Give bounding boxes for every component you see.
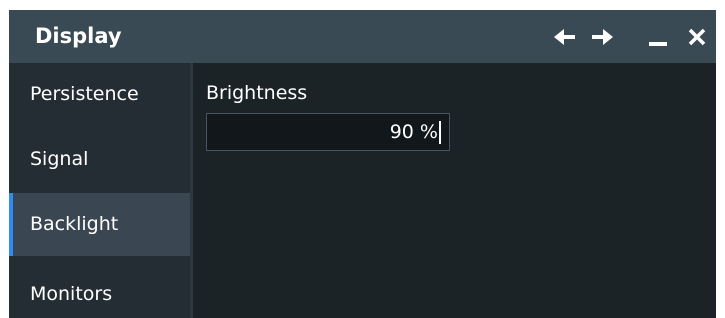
- arrow-right-icon: [592, 28, 613, 45]
- close-icon: [688, 28, 706, 45]
- sidebar: Persistence Signal Backlight Monitors: [9, 63, 190, 318]
- sidebar-item-label: Persistence: [30, 83, 139, 105]
- title-bar: Display: [9, 10, 716, 63]
- forward-button[interactable]: [584, 10, 620, 63]
- brightness-value: 90 %: [389, 121, 438, 143]
- sidebar-item-persistence[interactable]: Persistence: [9, 63, 190, 126]
- sidebar-item-label: Signal: [30, 148, 89, 170]
- close-button[interactable]: [679, 10, 715, 63]
- brightness-input[interactable]: 90 %: [206, 113, 450, 151]
- back-button[interactable]: [547, 10, 583, 63]
- sidebar-item-monitors[interactable]: Monitors: [9, 263, 190, 318]
- backlight-panel: Brightness 90 %: [193, 63, 716, 318]
- minimize-button[interactable]: [640, 10, 676, 63]
- minimize-icon: [649, 41, 667, 46]
- text-caret: [439, 121, 441, 144]
- sidebar-item-label: Backlight: [30, 213, 119, 235]
- sidebar-item-label: Monitors: [30, 283, 113, 305]
- sidebar-item-backlight[interactable]: Backlight: [9, 193, 190, 256]
- dialog-title: Display: [35, 24, 122, 48]
- sidebar-item-signal[interactable]: Signal: [9, 128, 190, 191]
- display-dialog: Display Persistence Signal Backlight Mon…: [9, 10, 716, 318]
- brightness-label: Brightness: [206, 82, 308, 104]
- arrow-left-icon: [554, 28, 575, 45]
